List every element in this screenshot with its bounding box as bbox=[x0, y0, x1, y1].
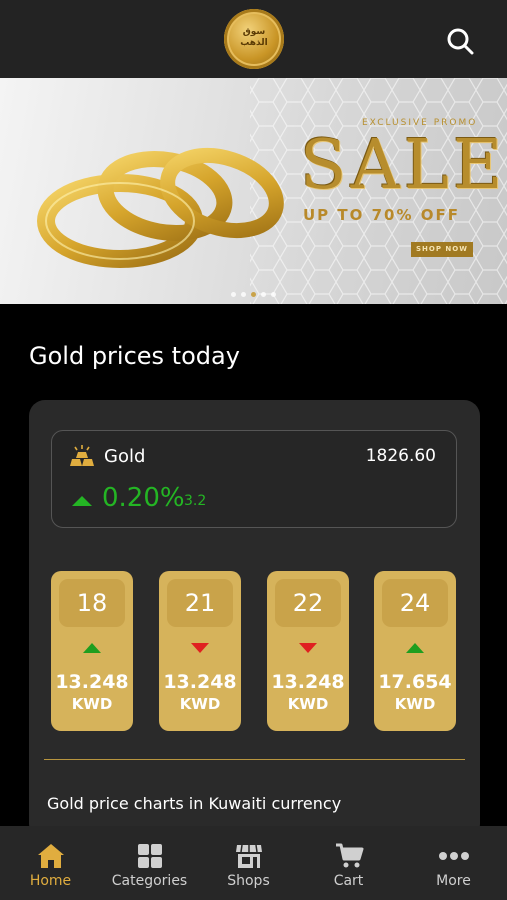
carousel-dot[interactable] bbox=[231, 292, 236, 297]
charts-section-title: Gold price charts in Kuwaiti currency bbox=[47, 794, 342, 813]
tab-label: Cart bbox=[333, 873, 364, 889]
karat-price: 17.654 bbox=[378, 671, 452, 693]
karat-price: 13.248 bbox=[271, 671, 345, 693]
carousel-dot[interactable] bbox=[271, 292, 276, 297]
categories-icon bbox=[138, 844, 162, 868]
gold-summary[interactable]: Gold 1826.60 0.20% 3.2 bbox=[51, 430, 457, 528]
sale-headline: SALE bbox=[300, 126, 507, 205]
karat-card-21[interactable]: 21 13.248 KWD bbox=[159, 571, 241, 731]
logo-text-line2: الذهب bbox=[240, 38, 268, 48]
trend-up-icon bbox=[72, 496, 92, 506]
karat-currency: KWD bbox=[394, 695, 436, 713]
divider bbox=[44, 759, 465, 760]
gold-prices-card: Gold 1826.60 0.20% 3.2 18 13.248 KWD 21 … bbox=[29, 400, 480, 840]
trend-up-icon bbox=[406, 643, 424, 653]
trend-down-icon bbox=[191, 643, 209, 653]
karat-card-22[interactable]: 22 13.248 KWD bbox=[267, 571, 349, 731]
gold-label: Gold bbox=[104, 446, 146, 467]
trend-up-icon bbox=[83, 643, 101, 653]
carousel-dot-active[interactable] bbox=[251, 292, 256, 297]
section-title: Gold prices today bbox=[29, 342, 240, 370]
cart-icon bbox=[336, 843, 364, 868]
gold-bars-icon bbox=[70, 445, 94, 466]
karat-number: 24 bbox=[382, 579, 448, 627]
tab-label: Categories bbox=[111, 873, 188, 889]
karat-number: 22 bbox=[275, 579, 341, 627]
tab-label: Home bbox=[29, 873, 72, 889]
tab-shops[interactable]: Shops bbox=[198, 826, 299, 900]
tab-label: More bbox=[436, 873, 471, 889]
tab-categories[interactable]: Categories bbox=[99, 826, 200, 900]
karat-card-24[interactable]: 24 17.654 KWD bbox=[374, 571, 456, 731]
logo-text: سوق الذهب bbox=[224, 27, 284, 49]
gold-percent-change: 0.20% bbox=[102, 483, 185, 513]
discount-text: UP TO 70% OFF bbox=[303, 206, 460, 224]
karat-currency: KWD bbox=[179, 695, 221, 713]
logo-text-line1: سوق bbox=[242, 27, 266, 37]
karat-number: 18 bbox=[59, 579, 125, 627]
shop-now-button[interactable]: SHOP NOW bbox=[411, 242, 473, 257]
karat-number: 21 bbox=[167, 579, 233, 627]
karat-price: 13.248 bbox=[55, 671, 129, 693]
trend-down-icon bbox=[299, 643, 317, 653]
app-logo[interactable]: سوق الذهب bbox=[224, 9, 284, 69]
tab-label: Shops bbox=[227, 873, 270, 889]
karat-currency: KWD bbox=[287, 695, 329, 713]
bottom-tab-bar: Home Categories Shops Cart More bbox=[0, 826, 507, 900]
shops-icon bbox=[236, 844, 262, 868]
karat-price: 13.248 bbox=[163, 671, 237, 693]
more-icon bbox=[439, 852, 469, 860]
promo-banner[interactable]: EXCLUSIVE PROMO SALE UP TO 70% OFF SHOP … bbox=[0, 78, 507, 304]
gold-value-change: 3.2 bbox=[184, 493, 207, 509]
search-icon[interactable] bbox=[446, 27, 474, 55]
home-icon bbox=[38, 844, 64, 868]
gold-price: 1826.60 bbox=[365, 446, 436, 466]
carousel-dot[interactable] bbox=[261, 292, 266, 297]
carousel-dots[interactable] bbox=[231, 292, 276, 297]
tab-cart[interactable]: Cart bbox=[298, 826, 399, 900]
app-header: سوق الذهب bbox=[0, 0, 507, 78]
karat-card-18[interactable]: 18 13.248 KWD bbox=[51, 571, 133, 731]
tab-home[interactable]: Home bbox=[0, 826, 101, 900]
karat-currency: KWD bbox=[71, 695, 113, 713]
tab-more[interactable]: More bbox=[403, 826, 504, 900]
carousel-dot[interactable] bbox=[241, 292, 246, 297]
